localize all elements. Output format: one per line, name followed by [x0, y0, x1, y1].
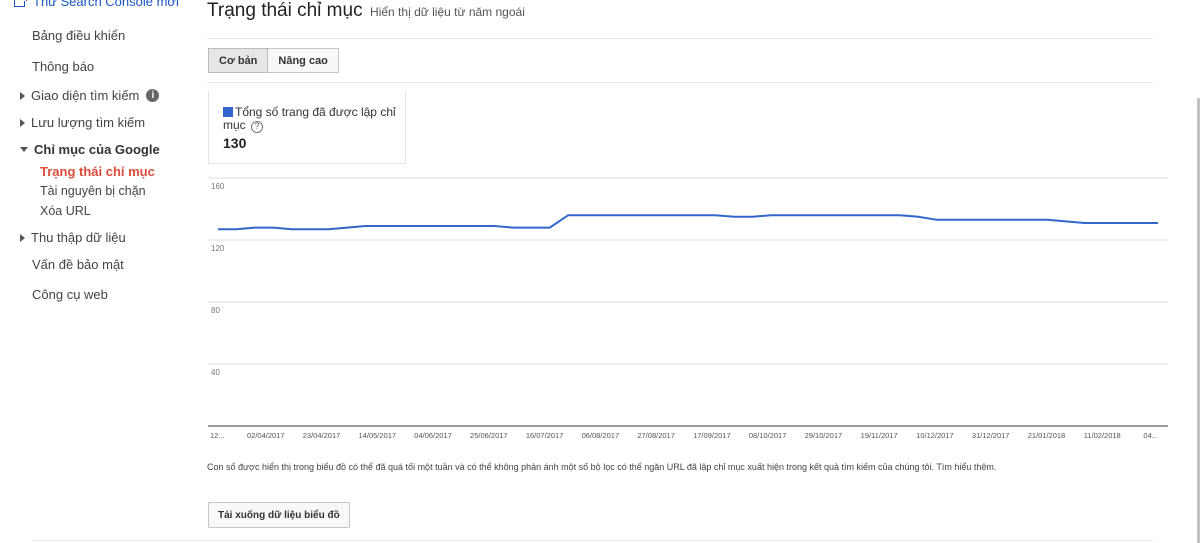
footer-divider: [32, 540, 1153, 541]
footnote: Con số được hiển thị trong biểu đồ có th…: [207, 462, 996, 472]
y-tick-label: 160: [211, 182, 225, 191]
tabs-divider: [207, 82, 1153, 83]
try-new-search-console-link[interactable]: Thử Search Console mới: [14, 0, 179, 9]
sidebar-item-label: Tài nguyên bị chặn: [40, 184, 146, 198]
sidebar-item-search-appearance[interactable]: Giao diện tìm kiếm i: [20, 88, 160, 103]
expand-arrow-icon: [20, 118, 25, 127]
x-tick-label: 17/09/2017: [693, 431, 731, 440]
x-tick-label: 21/01/2018: [1028, 431, 1066, 440]
help-icon[interactable]: ?: [251, 120, 264, 133]
x-tick-label: 12...: [210, 431, 225, 440]
series-color-swatch: [223, 107, 233, 117]
sidebar-item-label: Lưu lượng tìm kiếm: [31, 115, 146, 130]
sidebar-item-security-issues[interactable]: Vấn đề bảo mật: [32, 257, 124, 272]
info-icon[interactable]: i: [146, 89, 160, 102]
tab-advanced[interactable]: Nâng cao: [268, 48, 339, 73]
sidebar-item-label: Trạng thái chỉ mục: [40, 164, 155, 179]
x-tick-label: 14/05/2017: [359, 431, 397, 440]
learn-more-link[interactable]: Tìm hiểu thêm.: [936, 462, 996, 472]
sidebar-item-label: Giao diện tìm kiếm: [31, 88, 140, 103]
page-header: Trạng thái chỉ mục Hiển thị dữ liệu từ n…: [207, 0, 525, 22]
page-title: Trạng thái chỉ mục: [207, 0, 363, 21]
y-tick-label: 120: [211, 244, 225, 253]
sidebar-item-google-index[interactable]: Chỉ mục của Google: [20, 142, 160, 157]
sidebar-item-label: Chỉ mục của Google: [34, 142, 160, 157]
external-link-icon: [14, 0, 27, 7]
x-tick-label: 31/12/2017: [972, 431, 1010, 440]
y-tick-label: 80: [211, 306, 220, 315]
x-tick-label: 29/10/2017: [805, 431, 843, 440]
collapse-arrow-icon: [20, 147, 28, 152]
download-chart-data-button[interactable]: Tải xuống dữ liệu biểu đồ: [208, 502, 350, 528]
x-tick-label: 25/06/2017: [470, 431, 508, 440]
summary-legend: Tổng số trang đã được lập chỉ mục ?: [223, 106, 401, 133]
page-subtitle: Hiển thị dữ liệu từ năm ngoái: [370, 5, 525, 19]
sidebar-item-web-tools[interactable]: Công cụ web: [32, 287, 108, 302]
x-tick-label: 04...: [1143, 431, 1158, 440]
sidebar-subitem-index-status[interactable]: Trạng thái chỉ mục: [40, 164, 155, 179]
footnote-text: Con số được hiển thị trong biểu đồ có th…: [207, 462, 935, 472]
sidebar-item-messages[interactable]: Thông báo: [32, 59, 94, 74]
sidebar-item-search-traffic[interactable]: Lưu lượng tìm kiếm: [20, 115, 145, 130]
summary-value: 130: [223, 135, 247, 151]
x-tick-label: 11/02/2018: [1084, 431, 1121, 440]
x-tick-label: 02/04/2017: [247, 431, 285, 440]
x-tick-label: 16/07/2017: [526, 431, 564, 440]
sidebar-subitem-remove-urls[interactable]: Xóa URL: [40, 204, 91, 218]
x-tick-label: 23/04/2017: [303, 431, 341, 440]
x-tick-label: 19/11/2017: [861, 431, 898, 440]
header-divider: [207, 38, 1153, 39]
index-status-chart: 160 120 80 40 12... 02/04/2017 23/04/2017 14/05…: [208, 177, 1168, 440]
sidebar: Thử Search Console mới Bảng điều khiển T…: [0, 0, 190, 543]
sidebar-subitem-blocked-resources[interactable]: Tài nguyên bị chặn: [40, 184, 146, 198]
sidebar-item-crawl[interactable]: Thu thập dữ liệu: [20, 230, 126, 245]
sidebar-item-label: Thu thập dữ liệu: [31, 230, 126, 245]
x-tick-label: 27/08/2017: [637, 431, 675, 440]
tab-basic[interactable]: Cơ bản: [208, 48, 269, 73]
try-new-search-console-label: Thử Search Console mới: [33, 0, 179, 9]
x-tick-label: 04/06/2017: [414, 431, 452, 440]
x-tick-label: 08/10/2017: [749, 431, 787, 440]
sidebar-item-label: Thông báo: [32, 59, 95, 74]
sidebar-item-label: Công cụ web: [32, 287, 108, 302]
x-tick-label: 06/08/2017: [582, 431, 620, 440]
sidebar-item-label: Bảng điều khiển: [32, 28, 126, 43]
y-tick-label: 40: [211, 368, 220, 377]
x-tick-label: 10/12/2017: [916, 431, 954, 440]
sidebar-item-dashboard[interactable]: Bảng điều khiển: [32, 28, 125, 43]
summary-legend-label: Tổng số trang đã được lập chỉ mục: [223, 105, 396, 132]
summary-card: Tổng số trang đã được lập chỉ mục ? 130: [208, 91, 406, 164]
view-tabs: Cơ bản Nâng cao: [208, 48, 339, 73]
expand-arrow-icon: [20, 91, 25, 100]
sidebar-item-label: Xóa URL: [40, 204, 91, 218]
series-line-indexed-pages[interactable]: [218, 214, 1158, 231]
expand-arrow-icon: [20, 233, 25, 242]
sidebar-item-label: Vấn đề bảo mật: [32, 257, 124, 272]
